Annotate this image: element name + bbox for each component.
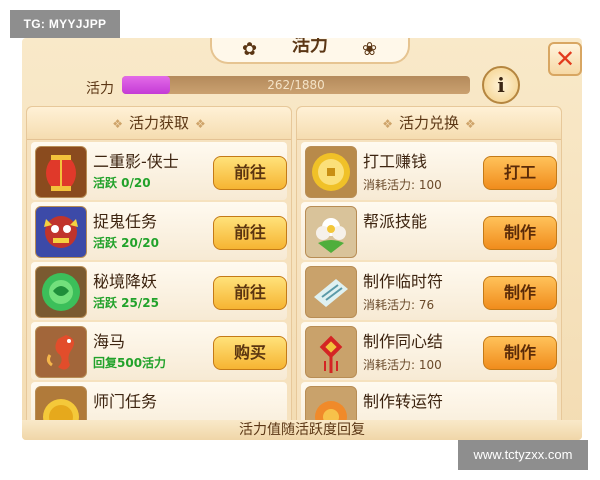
item-status: 活跃 25/25 (93, 296, 159, 310)
item-cost: 消耗活力: 76 (363, 298, 435, 312)
talisman-paper-icon (305, 266, 357, 318)
list-item: 制作同心结 消耗活力: 100 制作 (301, 322, 557, 380)
item-name: 师门任务 (93, 392, 158, 411)
item-status: 回复500活力 (93, 356, 167, 370)
item-name: 制作临时符 (363, 272, 444, 291)
header-ornament-icon: ❖ (112, 117, 123, 131)
vitality-sources-panel: ❖ 活力获取 ❖ 二重影-侠士 活跃 0/20 前往 捉鬼任务 活跃 20/20 前… (26, 106, 292, 440)
go-button[interactable]: 前往 (213, 276, 287, 310)
item-name: 制作转运符 (363, 392, 444, 411)
item-name: 秘境降妖 (93, 272, 158, 291)
item-name: 二重影-侠士 (93, 152, 179, 171)
watermark-top-left: TG: MYYJJPP (10, 10, 120, 38)
list-item: 捉鬼任务 活跃 20/20 前往 (31, 202, 287, 260)
vitality-sources-header: ❖ 活力获取 ❖ (27, 107, 291, 140)
flower-icon (305, 206, 357, 258)
item-name: 打工赚钱 (363, 152, 428, 171)
info-icon: i (497, 73, 505, 97)
vitality-progress-bar: 262/1880 (122, 76, 470, 94)
item-status: 活跃 0/20 (93, 176, 151, 190)
info-button[interactable]: i (482, 66, 520, 104)
watermark-bottom-right: www.tctyzxx.com (458, 440, 588, 470)
green-orb-icon (35, 266, 87, 318)
buy-button[interactable]: 购买 (213, 336, 287, 370)
vitality-exchange-panel: ❖ 活力兑换 ❖ 打工赚钱 消耗活力: 100 打工 帮派技能 制作 制作临时符 消… (296, 106, 562, 440)
header-ornament-icon: ❖ (195, 117, 206, 131)
lantern-icon (35, 146, 87, 198)
item-cost: 消耗活力: 100 (363, 358, 442, 372)
close-icon: ✕ (554, 45, 576, 73)
window-title-tab: ✿ 活力 ❀ (210, 38, 410, 64)
item-cost: 消耗活力: 100 (363, 178, 442, 192)
chinese-knot-icon (305, 326, 357, 378)
footer-note: 活力值随活跃度回复 (22, 420, 582, 440)
header-ornament-icon: ❖ (465, 117, 476, 131)
gold-coin-icon (305, 146, 357, 198)
close-button[interactable]: ✕ (548, 42, 582, 76)
header-ornament-icon: ❖ (382, 117, 393, 131)
item-name: 帮派技能 (363, 212, 428, 231)
list-item: 打工赚钱 消耗活力: 100 打工 (301, 142, 557, 200)
item-name: 捉鬼任务 (93, 212, 158, 231)
work-button[interactable]: 打工 (483, 156, 557, 190)
list-item: 海马 回复500活力 购买 (31, 322, 287, 380)
plum-blossom-decoration-icon: ❀ (362, 39, 378, 60)
list-item: 制作临时符 消耗活力: 76 制作 (301, 262, 557, 320)
vitality-exchange-header: ❖ 活力兑换 ❖ (297, 107, 561, 140)
seahorse-icon (35, 326, 87, 378)
item-name: 海马 (93, 332, 126, 351)
ghost-mask-icon (35, 206, 87, 258)
craft-button[interactable]: 制作 (483, 216, 557, 250)
vitality-exchange-title: 活力兑换 (398, 114, 459, 132)
craft-button[interactable]: 制作 (483, 336, 557, 370)
list-item: 帮派技能 制作 (301, 202, 557, 260)
vitality-label: 活力 (86, 81, 114, 97)
item-status: 活跃 20/20 (93, 236, 159, 250)
cloud-decoration-icon: ✿ (242, 39, 258, 60)
go-button[interactable]: 前往 (213, 216, 287, 250)
item-name: 制作同心结 (363, 332, 444, 351)
list-item: 二重影-侠士 活跃 0/20 前往 (31, 142, 287, 200)
vitality-value: 262/1880 (267, 78, 325, 92)
go-button[interactable]: 前往 (213, 156, 287, 190)
window-title: 活力 (292, 38, 328, 56)
vitality-window: ✿ 活力 ❀ ✕ 活力 262/1880 i ❖ 活力获取 ❖ 二重影-侠士 活跃 … (22, 38, 582, 440)
vitality-sources-title: 活力获取 (128, 114, 189, 132)
list-item: 秘境降妖 活跃 25/25 前往 (31, 262, 287, 320)
craft-button[interactable]: 制作 (483, 276, 557, 310)
